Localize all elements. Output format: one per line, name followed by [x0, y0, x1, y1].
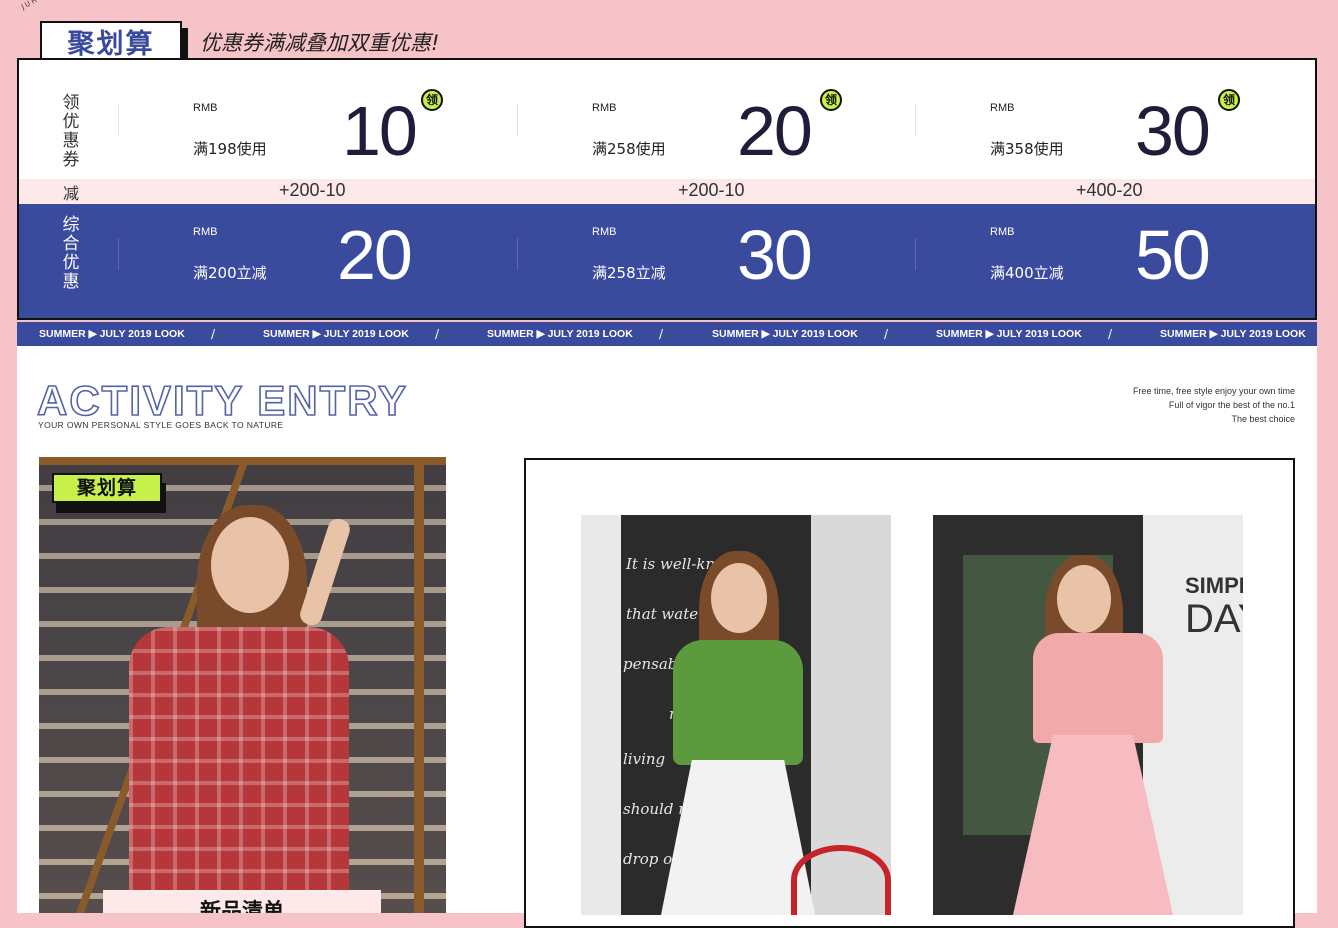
- label-char: 优: [62, 253, 80, 273]
- juhuasuan-tag: 聚划算: [52, 473, 162, 503]
- summer-strip: SUMMER ▶ JULY 2019 LOOK / SUMMER ▶ JULY …: [17, 322, 1317, 346]
- coupon-panel: 领 优 惠 券 RMB 满198使用 10 领 RMB 满258使用 20 领 …: [17, 58, 1317, 320]
- coupon-amount[interactable]: 20: [737, 96, 813, 166]
- featured-frame: It is well-kn that water pensable mod li…: [524, 458, 1295, 928]
- chalk-line: It is well-kn: [626, 555, 716, 573]
- combined-condition: 满258立减: [592, 264, 666, 282]
- green-polo-photo[interactable]: It is well-kn that water pensable mod li…: [581, 515, 891, 915]
- coupon-condition: 满358使用: [990, 140, 1064, 158]
- green-polo: [673, 640, 803, 765]
- tagline-line: The best choice: [1231, 414, 1295, 424]
- strip-text: SUMMER ▶ JULY 2019 LOOK: [487, 328, 633, 340]
- combined-band: 综 合 优 惠 RMB 满200立减 20 RMB 满258立减 30 RMB …: [19, 204, 1315, 318]
- coupon-condition: 满198使用: [193, 140, 267, 158]
- coupon-row-label: 领 优 惠 券: [61, 94, 81, 170]
- divider: [118, 238, 119, 270]
- tagline-line: Full of vigor the best of the no.1: [1168, 400, 1295, 410]
- divider: [915, 238, 916, 270]
- minus-formula: +200-10: [279, 180, 346, 200]
- label-char: 券: [62, 150, 80, 170]
- label-char: 惠: [62, 131, 80, 151]
- label-char: 领: [62, 93, 80, 113]
- combined-row-label: 综 合 优 惠: [61, 216, 81, 292]
- combined-amount[interactable]: 50: [1135, 220, 1211, 290]
- juhuasuan-logo[interactable]: 聚划算: [40, 21, 182, 61]
- strip-text: SUMMER ▶ JULY 2019 LOOK: [263, 328, 409, 340]
- chalk-line: drop of: [623, 850, 678, 868]
- divider: [915, 104, 916, 136]
- combined-condition: 满400立减: [990, 264, 1064, 282]
- combined-currency: RMB: [990, 226, 1015, 238]
- simple-day-sign: SIMPLE: [1185, 573, 1243, 598]
- strip-separator: /: [211, 327, 216, 341]
- minus-formula: +200-10: [678, 180, 745, 200]
- coupon-currency: RMB: [193, 102, 218, 114]
- strip-text: SUMMER ▶ JULY 2019 LOOK: [712, 328, 858, 340]
- promo-headline: 优惠券满减叠加双重优惠!: [200, 31, 440, 55]
- minus-band: 减 +200-10 +200-10 +400-20: [19, 179, 1315, 204]
- label-char: 综: [62, 215, 80, 235]
- combined-currency: RMB: [592, 226, 617, 238]
- activity-title: ACTIVITY ENTRY: [36, 376, 409, 425]
- strip-separator: /: [884, 327, 889, 341]
- coupon-currency: RMB: [990, 102, 1015, 114]
- model-face: [711, 563, 767, 633]
- activity-section: ACTIVITY ENTRY YOUR OWN PERSONAL STYLE G…: [17, 346, 1317, 928]
- strip-text: SUMMER ▶ JULY 2019 LOOK: [39, 328, 185, 340]
- brand-arc-text: JUHUASUAN: [20, 0, 77, 11]
- chalk-line: living: [623, 750, 666, 768]
- coupon-amount[interactable]: 30: [1135, 96, 1211, 166]
- minus-formula: +400-20: [1076, 180, 1143, 200]
- pink-dress-photo[interactable]: SIMPLE DAY: [933, 515, 1243, 915]
- wall-panel: [581, 515, 621, 915]
- divider: [118, 104, 119, 136]
- divider: [517, 104, 518, 136]
- strip-text: SUMMER ▶ JULY 2019 LOOK: [1160, 328, 1306, 340]
- combined-amount[interactable]: 20: [337, 220, 413, 290]
- red-chair: [791, 845, 891, 915]
- label-char: 合: [62, 234, 80, 254]
- rail: [414, 457, 424, 913]
- strip-separator: /: [1108, 327, 1113, 341]
- coupon-amount[interactable]: 10: [342, 96, 418, 166]
- activity-subtitle: YOUR OWN PERSONAL STYLE GOES BACK TO NAT…: [38, 420, 284, 430]
- minus-label: 减: [62, 184, 79, 203]
- combined-amount[interactable]: 30: [737, 220, 813, 290]
- combined-currency: RMB: [193, 226, 218, 238]
- model-face: [1057, 565, 1111, 633]
- strip-separator: /: [659, 327, 664, 341]
- simple-day-sign: DAY: [1185, 597, 1243, 641]
- chalk-line: that water: [626, 605, 706, 623]
- new-arrivals-banner[interactable]: 新品清单: [103, 890, 381, 913]
- label-char: 惠: [62, 272, 80, 292]
- plaid-dress: [129, 627, 349, 913]
- claim-badge-icon[interactable]: 领: [820, 89, 842, 111]
- claim-badge-icon[interactable]: 领: [421, 89, 443, 111]
- label-char: 优: [62, 112, 80, 132]
- combined-condition: 满200立减: [193, 264, 267, 282]
- divider: [517, 238, 518, 270]
- model-face: [211, 517, 289, 613]
- coupon-currency: RMB: [592, 102, 617, 114]
- claim-badge-icon[interactable]: 领: [1218, 89, 1240, 111]
- new-arrivals-photo[interactable]: 聚划算 新品清单: [39, 457, 446, 913]
- strip-text: SUMMER ▶ JULY 2019 LOOK: [936, 328, 1082, 340]
- strip-separator: /: [435, 327, 440, 341]
- coupon-condition: 满258使用: [592, 140, 666, 158]
- tagline-line: Free time, free style enjoy your own tim…: [1132, 386, 1295, 396]
- pink-tshirt: [1033, 633, 1163, 743]
